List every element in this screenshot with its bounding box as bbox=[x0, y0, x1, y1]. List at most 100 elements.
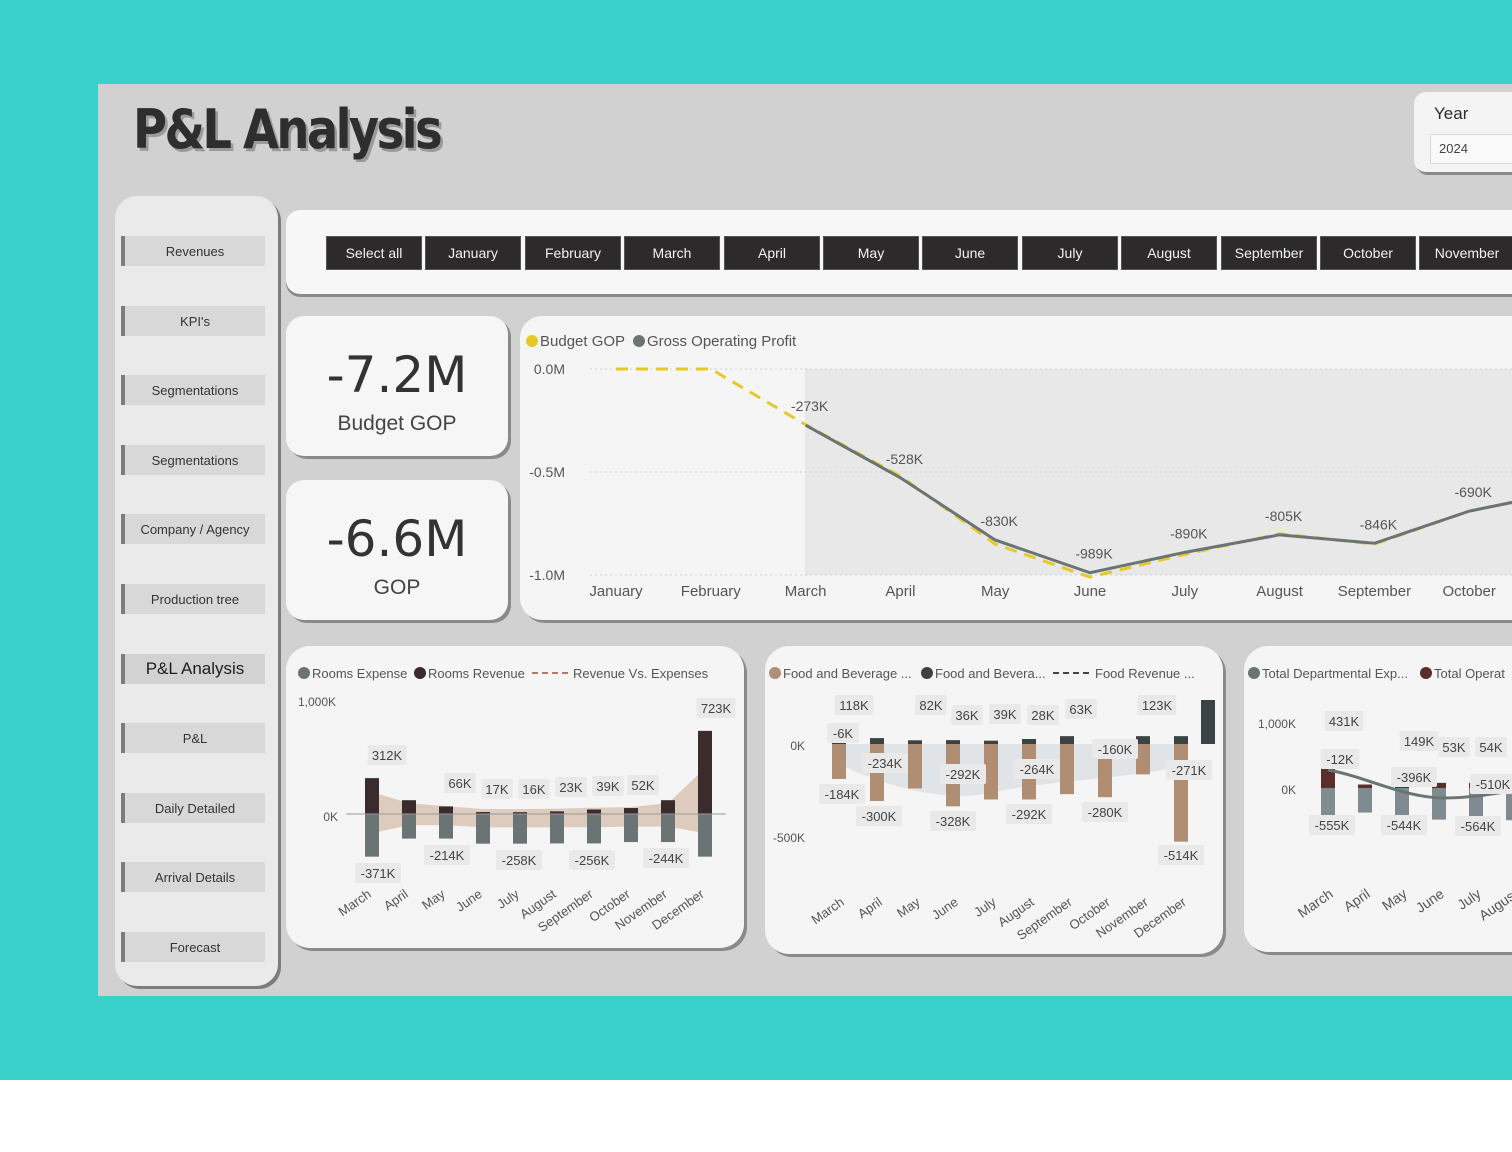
bar-rooms-revenue bbox=[402, 800, 416, 814]
sidebar-item-production-tree[interactable]: Production tree bbox=[121, 584, 265, 614]
data-label: -6K bbox=[833, 726, 854, 741]
data-label: -300K bbox=[862, 809, 897, 824]
gop-line-chart-svg: Budget GOP Gross Operating Profit 0.0M -0.5… bbox=[526, 333, 1512, 600]
data-label: 149K bbox=[1404, 734, 1435, 749]
bar-fb-revenue bbox=[946, 740, 960, 744]
data-label: -555K bbox=[1315, 818, 1350, 833]
month-button-select-all[interactable]: Select all bbox=[326, 236, 422, 270]
bar-total-departmental bbox=[1358, 788, 1372, 813]
x-tick-label: June bbox=[1074, 583, 1107, 600]
bar-rooms-expense bbox=[624, 814, 638, 843]
month-button-june[interactable]: June bbox=[922, 236, 1018, 270]
legend-marker-gop bbox=[633, 335, 645, 347]
fb-chart-svg: Food and Beverage ... Food and Bevera... F… bbox=[769, 666, 1215, 943]
x-tick-label: February bbox=[681, 583, 742, 600]
data-label: 54K bbox=[1479, 740, 1502, 755]
month-button-february[interactable]: February bbox=[525, 236, 621, 270]
sidebar-item-revenues[interactable]: Revenues bbox=[121, 236, 265, 266]
bar-fb-expense bbox=[1136, 744, 1150, 775]
month-button-january[interactable]: January bbox=[425, 236, 521, 270]
data-label: -292K bbox=[946, 767, 981, 782]
sidebar-item-pl[interactable]: P&L bbox=[121, 723, 265, 753]
month-button-september[interactable]: September bbox=[1221, 236, 1317, 270]
x-tick-label: June bbox=[929, 894, 961, 922]
y-tick-label: 0.0M bbox=[534, 361, 565, 377]
x-tick-label: May bbox=[894, 894, 923, 921]
sidebar-item-arrival-details[interactable]: Arrival Details bbox=[121, 862, 265, 892]
bar-rooms-revenue bbox=[698, 730, 712, 814]
year-slicer-dropdown[interactable]: 2024 bbox=[1430, 134, 1512, 164]
month-button-october[interactable]: October bbox=[1320, 236, 1416, 270]
y-tick-label: -0.5M bbox=[529, 464, 565, 480]
sidebar-item-company-agency[interactable]: Company / Agency bbox=[121, 514, 265, 544]
data-label: -280K bbox=[1088, 805, 1123, 820]
x-tick-label: October bbox=[1443, 583, 1496, 600]
month-button-may[interactable]: May bbox=[823, 236, 919, 270]
legend-label-fb-revenue: Food and Bevera... bbox=[935, 666, 1046, 681]
data-label: -234K bbox=[868, 756, 903, 771]
data-label: -528K bbox=[886, 451, 924, 467]
x-tick-label: June bbox=[1413, 885, 1447, 916]
bar-rooms-expense bbox=[587, 814, 601, 844]
sidebar-item-segmentations[interactable]: Segmentations bbox=[121, 375, 265, 405]
data-label: -184K bbox=[825, 787, 860, 802]
data-label: -396K bbox=[1397, 770, 1432, 785]
month-button-march[interactable]: March bbox=[624, 236, 720, 270]
data-label: 63K bbox=[1069, 702, 1092, 717]
kpi-value-budget-gop: -7.2M bbox=[326, 346, 468, 404]
legend-label-budget-gop: Budget GOP bbox=[540, 333, 625, 350]
month-button-july[interactable]: July bbox=[1022, 236, 1118, 270]
sidebar-item-segmentations-2[interactable]: Segmentations bbox=[121, 445, 265, 475]
data-label: 39K bbox=[993, 707, 1016, 722]
sidebar-item-forecast[interactable]: Forecast bbox=[121, 932, 265, 962]
legend-marker-total-departmental bbox=[1248, 667, 1260, 679]
bar-rooms-expense bbox=[513, 814, 527, 844]
month-button-april[interactable]: April bbox=[724, 236, 820, 270]
data-label: -371K bbox=[361, 866, 396, 881]
data-label: 123K bbox=[1142, 698, 1173, 713]
bar-rooms-expense bbox=[661, 814, 675, 843]
kpi-value-gop: -6.6M bbox=[326, 510, 468, 568]
bar-fb-revenue bbox=[1174, 736, 1188, 744]
x-tick-label: March bbox=[785, 583, 827, 600]
x-tick-label: March bbox=[809, 894, 847, 927]
data-label: -564K bbox=[1461, 819, 1496, 834]
data-label: -890K bbox=[1170, 525, 1208, 541]
data-label: 28K bbox=[1031, 708, 1054, 723]
data-label: 431K bbox=[1329, 714, 1360, 729]
x-tick-label: August bbox=[1476, 885, 1512, 923]
data-label: -830K bbox=[981, 513, 1019, 529]
sidebar-item-kpis[interactable]: KPI's bbox=[121, 306, 265, 336]
gop-line-chart: Budget GOP Gross Operating Profit 0.0M -0.5… bbox=[520, 316, 1512, 620]
data-label: 723K bbox=[701, 701, 732, 716]
bar-rooms-revenue bbox=[624, 808, 638, 814]
data-label: -690K bbox=[1455, 484, 1493, 500]
x-tick-label: July bbox=[1171, 583, 1198, 600]
data-label: -510K bbox=[1476, 777, 1511, 792]
y-tick-label: -500K bbox=[773, 831, 805, 845]
page-title: P&L Analysis bbox=[133, 98, 443, 161]
kpi-card-budget-gop: -7.2M Budget GOP bbox=[286, 316, 508, 456]
bar-rooms-expense bbox=[365, 814, 379, 857]
x-tick-label: September bbox=[1338, 583, 1411, 600]
y-tick-label: 1,000K bbox=[1258, 717, 1296, 731]
sidebar-item-pl-analysis[interactable]: P&L Analysis bbox=[121, 654, 265, 684]
y-tick-label: 0K bbox=[1281, 783, 1296, 797]
bar-fb-revenue bbox=[870, 738, 884, 744]
sidebar-nav: Revenues KPI's Segmentations Segmentatio… bbox=[115, 196, 278, 986]
legend-marker-rooms-revenue bbox=[414, 667, 426, 679]
data-label: -160K bbox=[1098, 742, 1133, 757]
y-tick-label: 0K bbox=[790, 739, 805, 753]
legend-label-total-operating: Total Operat bbox=[1434, 666, 1505, 681]
x-tick-label: July bbox=[971, 894, 999, 920]
month-button-november[interactable]: November bbox=[1419, 236, 1512, 270]
sidebar-item-daily-detailed[interactable]: Daily Detailed bbox=[121, 793, 265, 823]
data-label: -244K bbox=[649, 851, 684, 866]
bar-rooms-expense bbox=[550, 814, 564, 844]
x-tick-label: June bbox=[453, 886, 485, 914]
month-button-august[interactable]: August bbox=[1121, 236, 1217, 270]
year-slicer[interactable]: Year 2024 bbox=[1414, 92, 1512, 172]
x-tick-label: January bbox=[589, 583, 643, 600]
rooms-chart: Rooms Expense Rooms Revenue Revenue Vs. Ex… bbox=[286, 646, 744, 948]
x-tick-label: May bbox=[1379, 885, 1410, 913]
